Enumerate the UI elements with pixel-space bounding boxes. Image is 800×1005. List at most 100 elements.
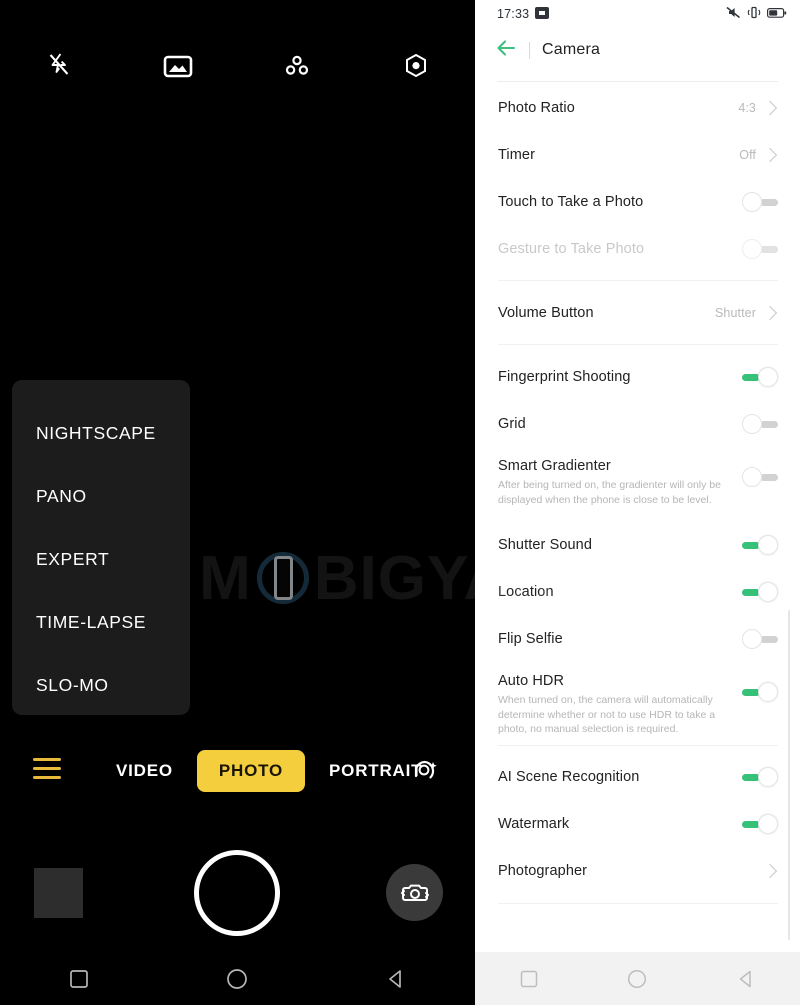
row-control — [742, 628, 778, 649]
row-labels: Auto HDR When turned on, the camera will… — [498, 673, 742, 737]
ai-beauty-icon[interactable] — [410, 757, 440, 790]
mode-item-time-lapse[interactable]: TIME-LAPSE — [12, 591, 190, 654]
setting-row-ai-scene-recognition[interactable]: AI Scene Recognition — [475, 754, 800, 801]
row-labels: Flip Selfie — [498, 631, 742, 647]
chevron-right-icon — [762, 100, 778, 115]
mode-item-expert[interactable]: EXPERT — [12, 528, 190, 591]
mute-icon — [726, 6, 741, 22]
row-label: Shutter Sound — [498, 536, 593, 553]
row-control: 4:3 — [738, 100, 778, 115]
row-label: Touch to Take a Photo — [498, 193, 644, 210]
row-control — [742, 682, 778, 702]
row-labels: Gesture to Take Photo — [498, 241, 742, 257]
status-bar-left: 17:33 — [497, 6, 726, 22]
toggle-switch[interactable] — [742, 413, 778, 434]
back-arrow-icon[interactable] — [497, 39, 517, 61]
vibrate-icon — [747, 6, 761, 22]
filters-icon[interactable] — [238, 53, 357, 79]
mode-item-nightscape[interactable]: NIGHTSCAPE — [12, 402, 190, 465]
home-circle-icon[interactable] — [158, 968, 316, 990]
row-label: Auto HDR — [498, 673, 565, 689]
toggle-switch[interactable] — [742, 191, 778, 212]
mode-item-pano[interactable]: PANO — [12, 465, 190, 528]
row-label: AI Scene Recognition — [498, 769, 640, 785]
row-labels: Photographer — [498, 863, 765, 879]
group-divider — [498, 280, 778, 281]
camera-mode-tabs: VIDEO PHOTO PORTRAIT — [100, 748, 438, 794]
setting-row-location[interactable]: Location — [475, 568, 800, 615]
camera-settings-panel: 17:33 Camera Photo Ratio 4:3 Timer Off T… — [475, 0, 800, 1005]
row-value: Off — [739, 147, 756, 162]
back-triangle-icon[interactable] — [692, 970, 800, 988]
recents-square-icon[interactable] — [0, 969, 158, 989]
row-control: Off — [739, 147, 778, 162]
toggle-switch[interactable] — [742, 628, 778, 649]
setting-row-grid[interactable]: Grid — [475, 400, 800, 447]
setting-row-flip-selfie[interactable]: Flip Selfie — [475, 615, 800, 662]
setting-row-gesture-to-take-photo[interactable]: Gesture to Take Photo — [475, 225, 800, 272]
toggle-switch[interactable] — [742, 767, 778, 787]
row-description: When turned on, the camera will automati… — [498, 694, 716, 735]
chevron-right-icon — [762, 147, 778, 162]
setting-row-fingerprint-shooting[interactable]: Fingerprint Shooting — [475, 353, 800, 400]
row-labels: AI Scene Recognition — [498, 769, 742, 785]
setting-row-photographer[interactable]: Photographer — [475, 848, 800, 895]
row-label: Volume Button — [498, 304, 594, 321]
row-control — [742, 467, 778, 487]
row-labels: Fingerprint Shooting — [498, 369, 742, 385]
toggle-switch[interactable] — [742, 366, 778, 387]
row-control — [742, 413, 778, 434]
mode-tab-photo[interactable]: PHOTO — [196, 750, 306, 792]
row-labels: Grid — [498, 416, 742, 432]
camera-mode-dropdown[interactable]: NIGHTSCAPE PANO EXPERT TIME-LAPSE SLO-MO — [12, 380, 190, 715]
row-control — [742, 581, 778, 602]
toggle-switch[interactable] — [742, 467, 778, 487]
row-labels: Touch to Take a Photo — [498, 194, 742, 210]
settings-list: Photo Ratio 4:3 Timer Off Touch to Take … — [475, 82, 800, 904]
setting-row-touch-to-take-a-photo[interactable]: Touch to Take a Photo — [475, 178, 800, 225]
setting-row-photo-ratio[interactable]: Photo Ratio 4:3 — [475, 84, 800, 131]
row-label: Grid — [498, 415, 526, 432]
setting-row-watermark[interactable]: Watermark — [475, 801, 800, 848]
camera-mode-bar: VIDEO PHOTO PORTRAIT — [0, 748, 475, 794]
gallery-thumbnail[interactable] — [34, 868, 83, 918]
setting-row-smart-gradienter[interactable]: Smart Gradienter After being turned on, … — [475, 447, 800, 521]
row-control — [742, 191, 778, 212]
toggle-switch[interactable] — [742, 682, 778, 702]
hdr-image-icon[interactable] — [119, 53, 238, 79]
row-label: Gesture to Take Photo — [498, 240, 645, 257]
mode-tab-video[interactable]: VIDEO — [100, 748, 189, 794]
status-bar: 17:33 — [475, 0, 800, 28]
flash-off-icon[interactable] — [0, 53, 119, 79]
row-value: 4:3 — [738, 100, 756, 115]
settings-android-navbar — [475, 952, 800, 1005]
row-labels: Location — [498, 584, 742, 600]
settings-scrollbar[interactable] — [788, 610, 790, 940]
camera-settings-icon[interactable] — [356, 53, 475, 79]
home-circle-icon[interactable] — [583, 969, 691, 989]
recents-square-icon[interactable] — [475, 970, 583, 988]
hamburger-icon[interactable] — [33, 758, 61, 780]
toggle-switch[interactable] — [742, 581, 778, 602]
setting-row-volume-button[interactable]: Volume Button Shutter — [475, 289, 800, 336]
toggle-switch[interactable] — [742, 814, 778, 834]
row-labels: Shutter Sound — [498, 537, 742, 553]
row-control — [742, 534, 778, 555]
back-triangle-icon[interactable] — [317, 969, 475, 989]
setting-row-timer[interactable]: Timer Off — [475, 131, 800, 178]
status-bar-right — [726, 6, 787, 22]
shutter-button[interactable] — [194, 850, 280, 936]
chevron-right-icon — [762, 863, 778, 879]
setting-row-shutter-sound[interactable]: Shutter Sound — [475, 521, 800, 568]
camera-android-navbar — [0, 952, 475, 1005]
row-label: Location — [498, 583, 554, 600]
row-label: Smart Gradienter — [498, 458, 611, 474]
mode-item-slo-mo[interactable]: SLO-MO — [12, 654, 190, 717]
flip-camera-icon[interactable] — [386, 864, 443, 921]
setting-row-auto-hdr[interactable]: Auto HDR When turned on, the camera will… — [475, 662, 800, 737]
app-bar: Camera — [475, 28, 800, 72]
toggle-switch[interactable] — [742, 534, 778, 555]
row-labels: Smart Gradienter After being turned on, … — [498, 458, 742, 507]
toggle-switch[interactable] — [742, 238, 778, 259]
appbar-divider — [529, 41, 530, 59]
